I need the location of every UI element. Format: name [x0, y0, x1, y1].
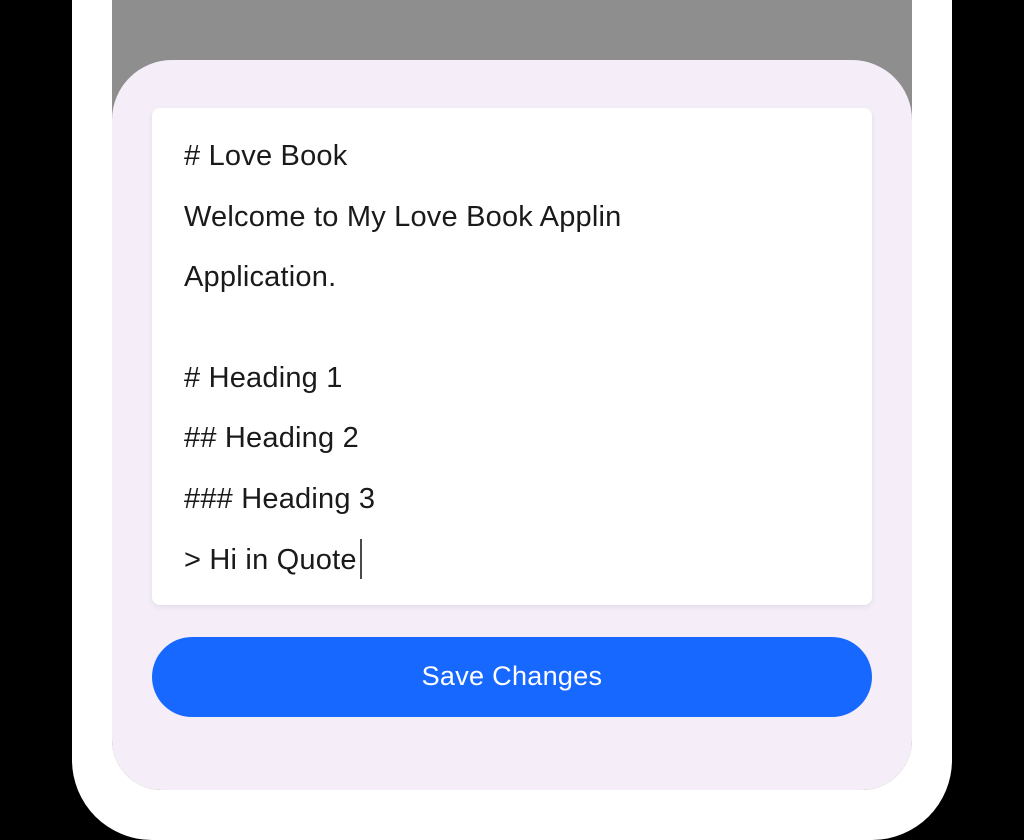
- markdown-editor[interactable]: # Love Book Welcome to My Love Book Appl…: [152, 108, 872, 605]
- editor-line: # Love Book: [184, 136, 840, 177]
- save-changes-button[interactable]: Save Changes: [152, 637, 872, 717]
- editor-modal: # Love Book Welcome to My Love Book Appl…: [112, 60, 912, 790]
- editor-line: Welcome to My Love Book Applin: [184, 197, 840, 238]
- editor-line: ### Heading 3: [184, 479, 840, 520]
- editor-line: Application.: [184, 257, 840, 298]
- editor-blank-line: [184, 318, 840, 358]
- editor-line: > Hi in Quote: [184, 540, 362, 581]
- phone-frame: # Love Book Welcome to My Love Book Appl…: [72, 0, 952, 840]
- editor-line: ## Heading 2: [184, 418, 840, 459]
- editor-text: > Hi in Quote: [184, 544, 357, 576]
- editor-line: # Heading 1: [184, 358, 840, 399]
- text-cursor: [360, 539, 362, 579]
- phone-screen: # Love Book Welcome to My Love Book Appl…: [112, 0, 912, 790]
